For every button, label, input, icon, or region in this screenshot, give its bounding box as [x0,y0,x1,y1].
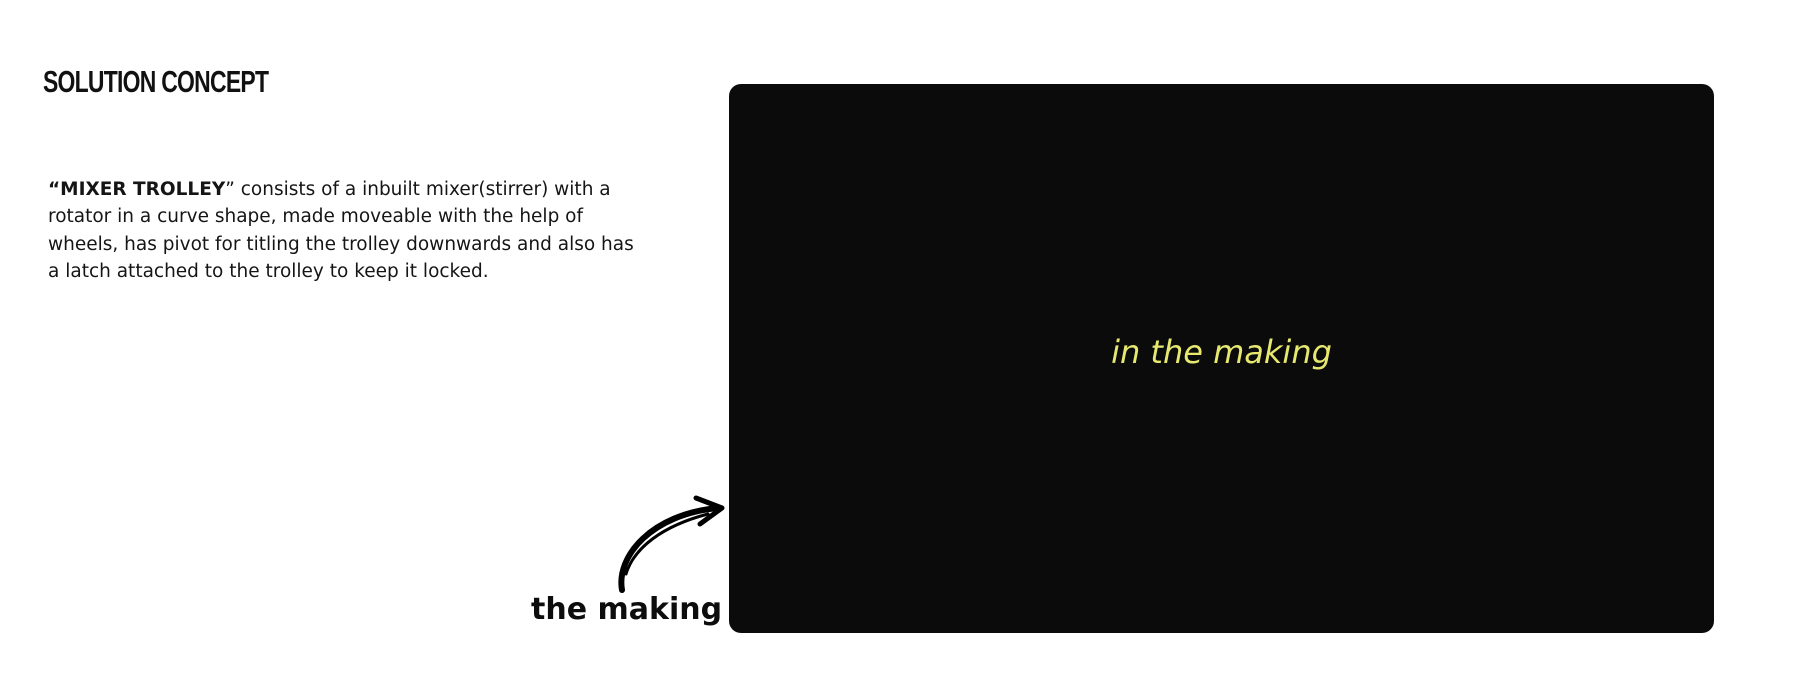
placeholder-text: in the making [1111,333,1332,371]
concept-description: “MIXER TROLLEY” consists of a inbuilt mi… [48,176,638,285]
making-caption: the making [531,592,723,627]
curved-arrow-icon [618,495,725,593]
page-title: SOLUTION CONCEPT [43,64,269,99]
media-placeholder: in the making [729,84,1714,633]
product-name-text: MIXER TROLLEY [60,179,226,200]
close-quote: ” [225,179,235,200]
open-quote: “ [48,179,61,200]
product-name: “MIXER TROLLEY [48,179,225,200]
